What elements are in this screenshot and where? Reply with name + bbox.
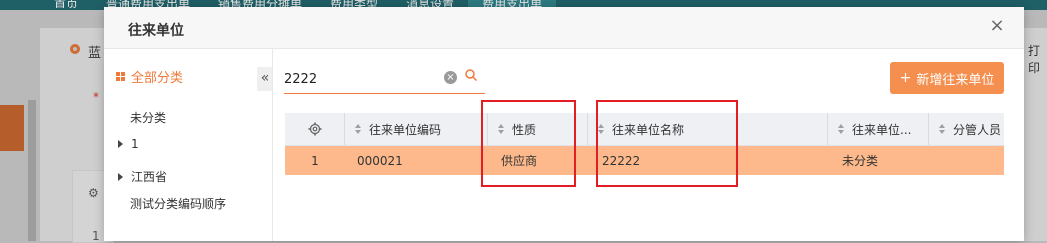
tree-item-label: 1 — [131, 137, 139, 151]
table-header: 往来单位编码 性质 往来单位名称 往来单位... 分管人员 — [285, 113, 1004, 146]
add-partner-button[interactable]: + 新增往来单位 — [890, 62, 1004, 94]
column-header-code[interactable]: 往来单位编码 — [345, 113, 488, 145]
bg-tab-home: 首页 — [54, 0, 79, 8]
background-required-star: * — [93, 90, 99, 104]
table-row[interactable]: 1 000021 供应商 22222 未分类 — [285, 146, 1004, 175]
column-header-label: 分管人员 — [953, 122, 1002, 137]
tree-item-jiangxi[interactable]: 江西省 — [118, 168, 167, 185]
column-header-label: 往来单位名称 — [612, 122, 685, 137]
tree-item-label: 未分类 — [130, 111, 167, 125]
sort-icon[interactable] — [939, 124, 946, 134]
dialog-header: 往来单位 × — [104, 7, 1024, 49]
plus-icon: + — [899, 70, 912, 86]
sort-icon[interactable] — [838, 124, 845, 134]
cell-index: 1 — [311, 153, 319, 168]
gear-icon[interactable] — [308, 122, 322, 136]
sort-icon[interactable] — [355, 124, 362, 134]
column-header-label: 性质 — [512, 122, 537, 137]
category-tree: 全部分类 未分类 1 江西省 测试分类编码顺序 — [104, 49, 272, 241]
collapse-sidebar-icon[interactable]: « — [257, 67, 273, 91]
column-header-name[interactable]: 往来单位名称 — [588, 113, 828, 145]
sort-icon[interactable] — [498, 124, 505, 134]
cell-nature: 供应商 — [501, 154, 538, 168]
background-sidebar-accent — [0, 105, 24, 151]
tree-item-test-order[interactable]: 测试分类编码顺序 — [130, 195, 226, 212]
close-icon[interactable]: × — [987, 16, 1007, 36]
clear-icon[interactable]: × — [444, 71, 457, 84]
background-print-text: 打印 — [1028, 44, 1041, 75]
tree-item-1[interactable]: 1 — [118, 137, 139, 151]
grid-icon — [116, 72, 125, 81]
column-header-label: 往来单位编码 — [369, 122, 442, 137]
tree-item-label: 测试分类编码顺序 — [130, 197, 227, 211]
partner-table: 往来单位编码 性质 往来单位名称 往来单位... 分管人员 1 000021 供… — [285, 113, 1004, 175]
background-radio — [70, 44, 80, 54]
add-partner-label: 新增往来单位 — [916, 72, 995, 88]
column-header-nature[interactable]: 性质 — [488, 113, 588, 145]
column-header-category[interactable]: 往来单位... — [828, 113, 929, 145]
cell-category: 未分类 — [842, 154, 879, 168]
cell-code: 000021 — [357, 153, 403, 168]
search-icon[interactable] — [465, 69, 477, 81]
search-box: × — [284, 65, 485, 94]
tree-item-all[interactable]: 全部分类 — [116, 67, 183, 86]
background-radio-label: 蓝 — [88, 46, 102, 61]
background-gear-icon: ⚙ — [88, 186, 99, 200]
sort-icon[interactable] — [598, 124, 605, 134]
table-settings-header[interactable] — [285, 113, 345, 145]
expand-triangle-icon[interactable] — [118, 140, 123, 148]
tree-item-all-label: 全部分类 — [131, 71, 184, 86]
background-scrollbar — [28, 100, 36, 241]
search-input[interactable] — [284, 69, 434, 89]
tree-item-label: 江西省 — [131, 170, 168, 184]
cell-name: 22222 — [602, 153, 641, 168]
column-header-label: 往来单位... — [852, 122, 912, 137]
tree-divider — [272, 49, 273, 241]
dialog-title: 往来单位 — [128, 23, 184, 39]
tree-item-uncategorized[interactable]: 未分类 — [130, 109, 166, 126]
column-header-manager[interactable]: 分管人员 — [929, 113, 1004, 145]
partner-select-dialog: 往来单位 × 全部分类 未分类 1 江西省 测试分类编码顺序 « × — [104, 7, 1024, 241]
expand-triangle-icon[interactable] — [118, 172, 123, 181]
